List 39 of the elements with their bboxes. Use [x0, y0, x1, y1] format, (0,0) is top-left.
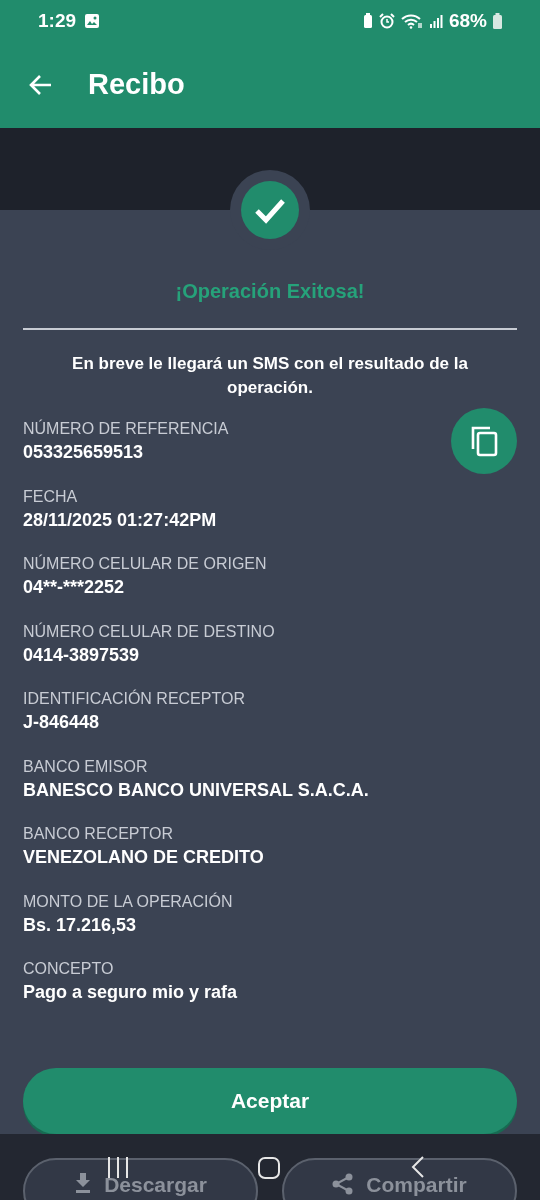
- field-label: FECHA: [23, 486, 78, 507]
- field-value: 053325659513: [23, 441, 144, 464]
- field-label: BANCO RECEPTOR: [23, 824, 173, 844]
- field-value: Bs. 17.216,53: [23, 913, 137, 937]
- field-label: IDENTIFICACIÓN RECEPTOR: [23, 688, 245, 709]
- signal-icon: [428, 13, 443, 29]
- success-title: ¡Operación Exitosa!: [174, 279, 366, 304]
- home-icon[interactable]: [257, 1156, 281, 1180]
- recent-apps-icon[interactable]: [106, 1156, 130, 1178]
- sms-notice: En breve le llegará un SMS con el resultado de la operación.: [71, 353, 469, 399]
- alarm-icon: [378, 13, 395, 29]
- share-button[interactable]: Compartir: [282, 1158, 517, 1200]
- accept-button[interactable]: Aceptar: [23, 1068, 517, 1134]
- field-label: BANCO EMISOR: [23, 756, 148, 777]
- battery-saver-icon: [362, 13, 373, 29]
- field-value: 0414-3897539: [23, 643, 140, 667]
- field-label: NÚMERO DE REFERENCIA: [23, 418, 229, 439]
- battery-percentage: 68%: [448, 8, 487, 33]
- download-icon: [74, 1173, 93, 1193]
- clock-time: 1:29: [38, 8, 77, 33]
- field-value: BANESCO BANCO UNIVERSAL S.A.C.A.: [23, 778, 369, 802]
- field-value: J-846448: [23, 711, 100, 734]
- check-icon: [241, 181, 299, 239]
- wifi-icon: [400, 13, 423, 29]
- field-value: 04**-***2252: [23, 576, 125, 599]
- field-label: NÚMERO CELULAR DE DESTINO: [23, 621, 275, 642]
- copy-icon: [469, 425, 499, 457]
- field-value: VENEZOLANO DE CREDITO: [23, 846, 264, 869]
- field-value: 28/11/2025 01:27:42PM: [23, 508, 217, 532]
- field-label: NÚMERO CELULAR DE ORIGEN: [23, 553, 267, 574]
- image-icon: [84, 13, 101, 29]
- screen-title: Recibo: [88, 67, 185, 103]
- back-nav-icon[interactable]: [410, 1155, 426, 1179]
- field-label: MONTO DE LA OPERACIÓN: [23, 891, 233, 912]
- field-label: CONCEPTO: [23, 959, 114, 979]
- field-value: Pago a seguro mio y rafa: [23, 981, 238, 1004]
- download-button[interactable]: Descargar: [23, 1158, 258, 1200]
- share-icon: [332, 1173, 355, 1195]
- battery-icon: [493, 13, 502, 29]
